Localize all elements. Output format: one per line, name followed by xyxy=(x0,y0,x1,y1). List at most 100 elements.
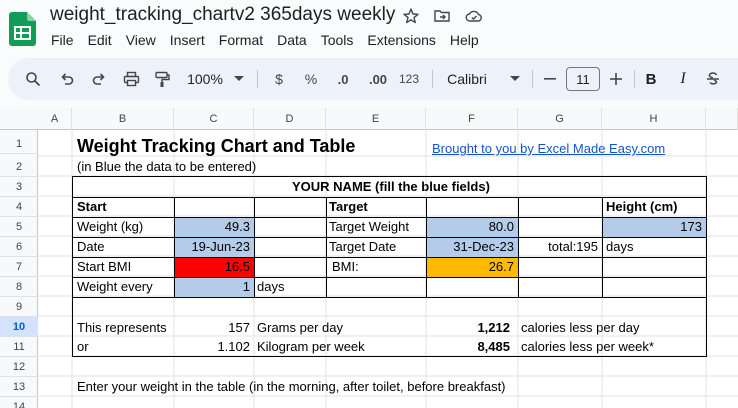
date-value-cell[interactable]: 19-Jun-23 xyxy=(174,237,250,257)
more-formats-button[interactable]: 123 xyxy=(397,58,421,100)
row-header[interactable]: 2 xyxy=(0,157,38,177)
row-header[interactable]: 8 xyxy=(0,277,38,297)
row-header[interactable]: 6 xyxy=(0,237,38,257)
zoom-dropdown-arrow-icon[interactable] xyxy=(232,58,246,100)
weight-label[interactable]: Weight (kg) xyxy=(77,217,143,237)
column-header-i[interactable] xyxy=(706,108,738,130)
document-title[interactable]: weight_tracking_chartv2 365days weekly xyxy=(50,4,395,26)
decrease-decimal-button[interactable]: .0 xyxy=(331,58,355,100)
subtitle-cell[interactable]: (in Blue the data to be entered) xyxy=(77,157,256,177)
row-header[interactable]: 12 xyxy=(0,357,38,377)
column-header-d[interactable]: D xyxy=(254,108,326,130)
start-bmi-cell[interactable]: 16.5 xyxy=(174,257,250,277)
target-weight-label[interactable]: Target Weight xyxy=(329,217,409,237)
target-date-cell[interactable]: 31-Dec-23 xyxy=(426,237,514,257)
decrease-font-size-icon[interactable] xyxy=(542,58,558,100)
toolbar-divider xyxy=(257,70,258,88)
calories-per-day-label[interactable]: calories less per day xyxy=(521,318,640,338)
row-header[interactable]: 13 xyxy=(0,377,38,397)
target-weight-cell[interactable]: 80.0 xyxy=(426,217,514,237)
column-header-g[interactable]: G xyxy=(518,108,602,130)
cloud-saved-icon[interactable] xyxy=(465,7,483,25)
column-header-f[interactable]: F xyxy=(426,108,518,130)
italic-button[interactable]: I xyxy=(674,58,692,100)
weight-value-cell[interactable]: 49.3 xyxy=(174,217,250,237)
target-header[interactable]: Target xyxy=(329,197,368,217)
format-percent-button[interactable]: % xyxy=(302,58,320,100)
column-header-e[interactable]: E xyxy=(326,108,426,130)
weight-every-unit[interactable]: days xyxy=(257,277,284,297)
menu-file[interactable]: File xyxy=(44,31,81,49)
column-header-h[interactable]: H xyxy=(602,108,706,130)
toolbar-divider xyxy=(634,70,635,88)
calories-per-week-label[interactable]: calories less per week* xyxy=(521,337,654,357)
start-bmi-label[interactable]: Start BMI xyxy=(77,257,131,277)
menu-edit[interactable]: Edit xyxy=(81,31,119,49)
menu-insert[interactable]: Insert xyxy=(163,31,212,49)
weight-every-cell[interactable]: 1 xyxy=(174,277,250,297)
zoom-select[interactable]: 100% xyxy=(184,58,226,100)
kg-per-week-value[interactable]: 1.102 xyxy=(174,337,250,357)
row-header[interactable]: 7 xyxy=(0,257,38,277)
row-header-selected[interactable]: 10 xyxy=(0,317,38,337)
table-rule xyxy=(72,297,707,298)
increase-decimal-button[interactable]: .00 xyxy=(364,58,392,100)
undo-icon[interactable] xyxy=(56,58,78,100)
excel-made-easy-link[interactable]: Brought to you by Excel Made Easy.com xyxy=(432,139,665,159)
format-currency-button[interactable]: $ xyxy=(270,58,288,100)
menu-tools[interactable]: Tools xyxy=(314,31,361,49)
column-header-b[interactable]: B xyxy=(72,108,174,130)
bold-button[interactable]: B xyxy=(642,58,660,100)
table-rule xyxy=(72,277,707,278)
grams-per-day-value[interactable]: 157 xyxy=(174,318,250,338)
increase-font-size-icon[interactable] xyxy=(608,58,624,100)
row-header[interactable]: 3 xyxy=(0,177,38,197)
toolbar-divider xyxy=(432,70,433,88)
search-menus-icon[interactable] xyxy=(22,58,44,100)
menu-help[interactable]: Help xyxy=(443,31,486,49)
row-header[interactable]: 5 xyxy=(0,217,38,237)
table-rule xyxy=(326,197,327,297)
font-size-input[interactable]: 11 xyxy=(566,67,600,91)
row-header[interactable]: 4 xyxy=(0,197,38,217)
strikethrough-icon[interactable] xyxy=(704,58,722,100)
instruction-cell[interactable]: Enter your weight in the table (in the m… xyxy=(77,377,506,397)
start-header[interactable]: Start xyxy=(77,197,107,217)
calories-per-day-value[interactable]: 1,212 xyxy=(426,318,510,338)
row-header[interactable]: 1 xyxy=(0,134,38,154)
target-date-label[interactable]: Target Date xyxy=(329,237,396,257)
menu-format[interactable]: Format xyxy=(212,31,270,49)
kg-per-week-label[interactable]: Kilogram per week xyxy=(257,337,365,357)
total-days-cell[interactable]: total:195 xyxy=(518,237,598,257)
represents-label[interactable]: This represents xyxy=(77,318,167,338)
sheets-logo-icon[interactable] xyxy=(9,12,36,46)
menu-extensions[interactable]: Extensions xyxy=(360,31,442,49)
row-header[interactable]: 14 xyxy=(0,397,38,408)
column-header-a[interactable]: A xyxy=(38,108,72,130)
sheet-title[interactable]: Weight Tracking Chart and Table xyxy=(77,134,355,158)
your-name-cell[interactable]: YOUR NAME (fill the blue fields) xyxy=(292,177,490,197)
move-folder-icon[interactable] xyxy=(433,7,451,25)
font-dropdown-arrow-icon[interactable] xyxy=(508,58,522,100)
bmi-value-cell[interactable]: 26.7 xyxy=(426,257,514,277)
date-label[interactable]: Date xyxy=(77,237,104,257)
row-header[interactable]: 11 xyxy=(0,337,38,357)
menu-view[interactable]: View xyxy=(119,31,163,49)
star-icon[interactable] xyxy=(402,7,420,25)
column-header-c[interactable]: C xyxy=(174,108,254,130)
sheets-window: weight_tracking_chartv2 365days weekly F… xyxy=(0,0,738,408)
weight-every-label[interactable]: Weight every xyxy=(77,277,153,297)
print-icon[interactable] xyxy=(120,58,142,100)
height-value-cell[interactable]: 173 xyxy=(602,217,702,237)
font-select[interactable]: Calibri xyxy=(442,58,492,100)
grams-per-day-label[interactable]: Grams per day xyxy=(257,318,343,338)
paint-format-icon[interactable] xyxy=(151,58,173,100)
row-header[interactable]: 9 xyxy=(0,297,38,317)
menu-data[interactable]: Data xyxy=(270,31,314,49)
calories-per-week-value[interactable]: 8,485 xyxy=(426,337,510,357)
height-header[interactable]: Height (cm) xyxy=(606,197,678,217)
days-label[interactable]: days xyxy=(606,237,633,257)
bmi-label[interactable]: BMI: xyxy=(332,257,359,277)
redo-icon[interactable] xyxy=(88,58,110,100)
or-label[interactable]: or xyxy=(77,337,89,357)
